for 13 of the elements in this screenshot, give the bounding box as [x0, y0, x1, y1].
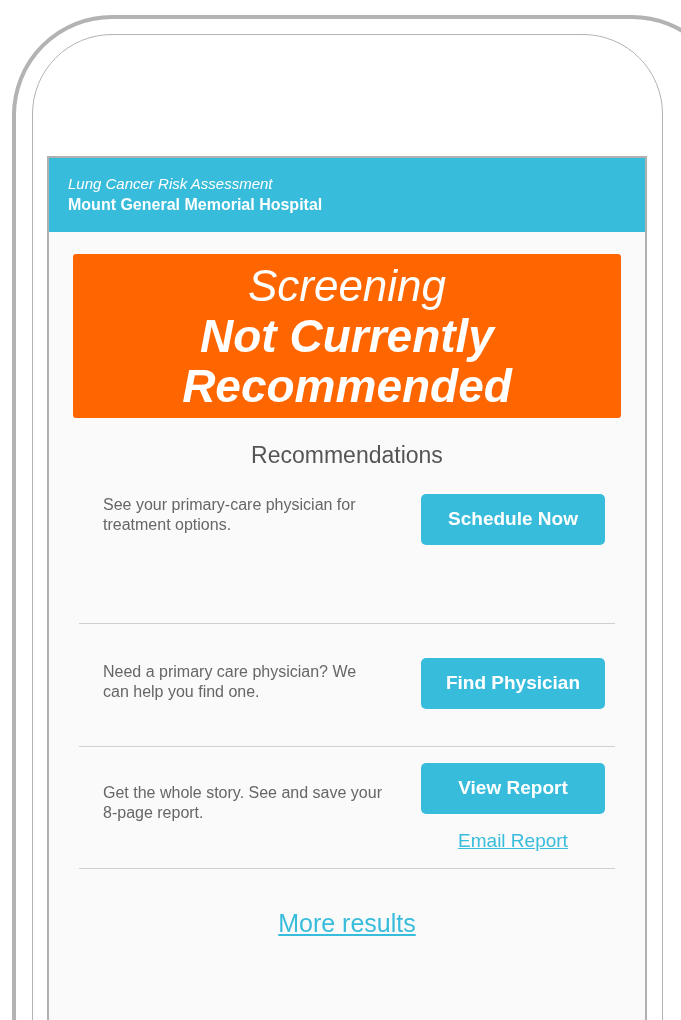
- recommendation-text: Need a primary care physician? We can help you find one.: [103, 662, 358, 702]
- banner-heading: Screening: [247, 261, 447, 311]
- action-button[interactable]: Schedule Now: [421, 494, 605, 545]
- action-button[interactable]: View Report: [421, 763, 605, 814]
- recommendation-text: See your primary-care physician for treatment options.: [103, 495, 357, 535]
- hospital-name: Mount General Memorial Hospital: [68, 195, 324, 215]
- action-button[interactable]: Find Physician: [421, 658, 605, 709]
- more-results-link[interactable]: More results: [278, 909, 416, 937]
- app-subtitle: Lung Cancer Risk Assessment: [68, 174, 274, 194]
- banner-verdict: Not Currently Recommended: [181, 311, 514, 411]
- email-report-link[interactable]: Email Report: [458, 827, 568, 856]
- section-title: Recommendations: [250, 441, 444, 470]
- recommendation-text: Get the whole story. See and save your 8-page report.: [103, 783, 383, 823]
